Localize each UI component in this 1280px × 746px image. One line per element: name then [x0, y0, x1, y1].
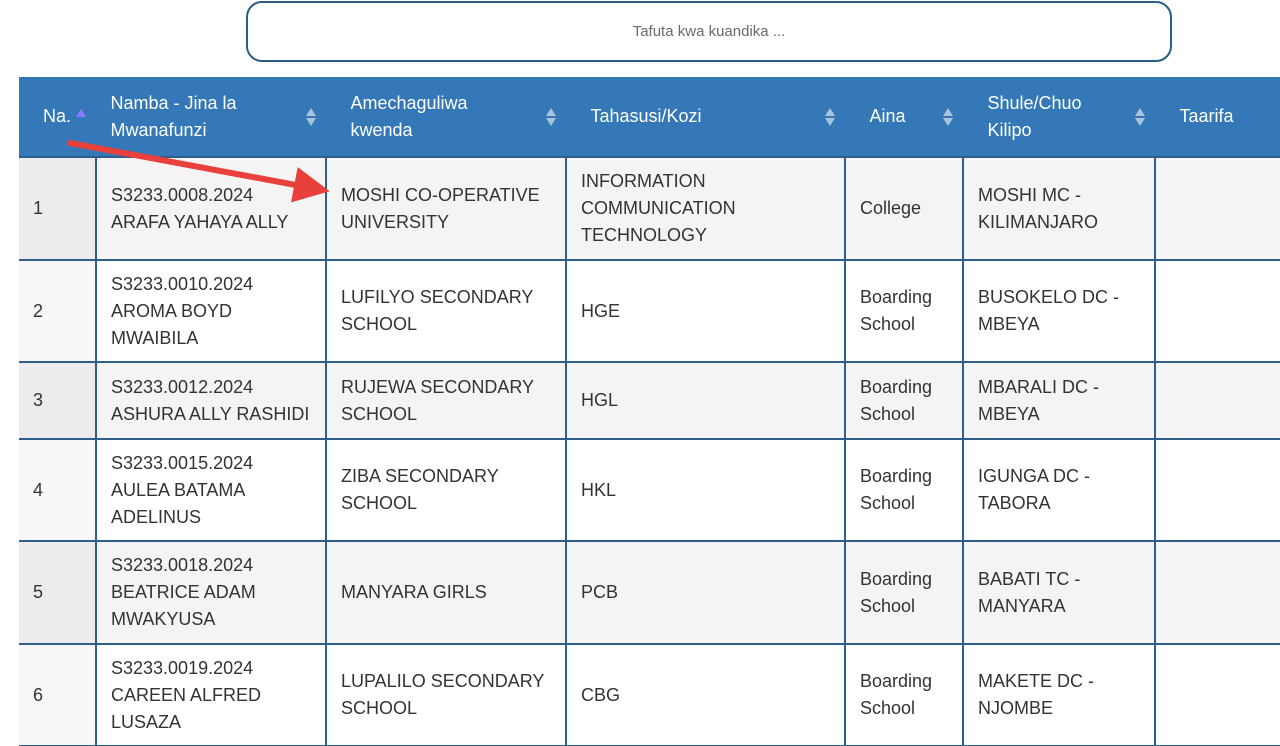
- column-header-label: Aina: [869, 106, 906, 126]
- sort-icon[interactable]: [824, 107, 835, 126]
- school-link[interactable]: RUJEWA SECONDARY SCHOOL: [325, 361, 567, 440]
- sort-icon[interactable]: [305, 107, 316, 126]
- cell-location: MAKETE DC - NJOMBE: [962, 643, 1156, 746]
- cell-course: HGE: [565, 259, 846, 363]
- cell-na: 2: [19, 259, 97, 363]
- cell-course: HGL: [565, 361, 846, 440]
- table-row: 6 S3233.0019.2024 CAREEN ALFRED LUSAZA L…: [19, 643, 1280, 746]
- school-link[interactable]: MOSHI CO-OPERATIVE UNIVERSITY: [325, 156, 567, 261]
- school-link[interactable]: ZIBA SECONDARY SCHOOL: [325, 438, 567, 542]
- cell-type: Boarding School: [844, 361, 964, 440]
- column-header-label: Namba - Jina la Mwanafunzi: [110, 92, 237, 140]
- cell-na: 5: [19, 540, 97, 645]
- cell-location: BABATI TC - MANYARA: [962, 540, 1156, 645]
- sort-icon[interactable]: [942, 107, 953, 126]
- cell-type: Boarding School: [844, 438, 964, 542]
- search-input[interactable]: [248, 22, 1170, 41]
- column-header-student[interactable]: Namba - Jina la Mwanafunzi: [96, 77, 327, 157]
- column-header-label: Taarifa: [1179, 106, 1234, 126]
- cell-info: [1154, 361, 1280, 440]
- school-link[interactable]: LUFILYO SECONDARY SCHOOL: [325, 259, 567, 363]
- sort-icon[interactable]: [1134, 107, 1145, 126]
- column-header-course[interactable]: Tahasusi/Kozi: [566, 77, 846, 157]
- cell-info: [1154, 438, 1280, 542]
- table-row: 1 S3233.0008.2024 ARAFA YAHAYA ALLY MOSH…: [19, 156, 1280, 261]
- table-row: 5 S3233.0018.2024 BEATRICE ADAM MWAKYUSA…: [19, 540, 1280, 645]
- column-header-label: Na.: [43, 106, 72, 126]
- cell-student: S3233.0018.2024 BEATRICE ADAM MWAKYUSA: [95, 540, 327, 645]
- table-header-row: Na. Namba - Jina la Mwanafunzi Amechagul…: [19, 77, 1280, 157]
- results-table: Na. Namba - Jina la Mwanafunzi Amechagul…: [19, 77, 1280, 746]
- cell-type: Boarding School: [844, 643, 964, 746]
- cell-type: Boarding School: [844, 259, 964, 363]
- cell-student: S3233.0008.2024 ARAFA YAHAYA ALLY: [95, 156, 327, 261]
- cell-type: College: [844, 156, 964, 261]
- cell-info: [1154, 259, 1280, 363]
- page: Na. Namba - Jina la Mwanafunzi Amechagul…: [0, 0, 1280, 746]
- cell-na: 1: [19, 156, 97, 261]
- column-header-label: Amechaguliwa kwenda: [350, 92, 468, 140]
- column-header-selected-to[interactable]: Amechaguliwa kwenda: [326, 77, 567, 157]
- cell-na: 3: [19, 361, 97, 440]
- cell-student: S3233.0010.2024 AROMA BOYD MWAIBILA: [95, 259, 327, 363]
- cell-course: HKL: [565, 438, 846, 542]
- school-link[interactable]: MANYARA GIRLS: [325, 540, 567, 645]
- column-header-label: Shule/Chuo Kilipo: [987, 92, 1082, 140]
- search-box[interactable]: [246, 1, 1172, 62]
- cell-course: CBG: [565, 643, 846, 746]
- cell-location: MBARALI DC - MBEYA: [962, 361, 1156, 440]
- cell-info: [1154, 540, 1280, 645]
- cell-location: BUSOKELO DC - MBEYA: [962, 259, 1156, 363]
- cell-location: IGUNGA DC - TABORA: [962, 438, 1156, 542]
- sort-asc-icon[interactable]: [76, 109, 86, 117]
- cell-course: INFORMATION COMMUNICATION TECHNOLOGY: [565, 156, 846, 261]
- table-row: 2 S3233.0010.2024 AROMA BOYD MWAIBILA LU…: [19, 259, 1280, 363]
- table-row: 3 S3233.0012.2024 ASHURA ALLY RASHIDI RU…: [19, 361, 1280, 440]
- sort-icon[interactable]: [545, 107, 556, 126]
- table-row: 4 S3233.0015.2024 AULEA BATAMA ADELINUS …: [19, 438, 1280, 542]
- column-header-info[interactable]: Taarifa: [1155, 77, 1280, 157]
- school-link[interactable]: LUPALILO SECONDARY SCHOOL: [325, 643, 567, 746]
- cell-student: S3233.0019.2024 CAREEN ALFRED LUSAZA: [95, 643, 327, 746]
- cell-student: S3233.0015.2024 AULEA BATAMA ADELINUS: [95, 438, 327, 542]
- cell-course: PCB: [565, 540, 846, 645]
- column-header-na[interactable]: Na.: [19, 77, 97, 157]
- column-header-type[interactable]: Aina: [845, 77, 964, 157]
- cell-student: S3233.0012.2024 ASHURA ALLY RASHIDI: [95, 361, 327, 440]
- cell-location: MOSHI MC - KILIMANJARO: [962, 156, 1156, 261]
- cell-type: Boarding School: [844, 540, 964, 645]
- cell-info: [1154, 643, 1280, 746]
- cell-info: [1154, 156, 1280, 261]
- cell-na: 6: [19, 643, 97, 746]
- column-header-label: Tahasusi/Kozi: [590, 106, 702, 126]
- cell-na: 4: [19, 438, 97, 542]
- column-header-location[interactable]: Shule/Chuo Kilipo: [963, 77, 1156, 157]
